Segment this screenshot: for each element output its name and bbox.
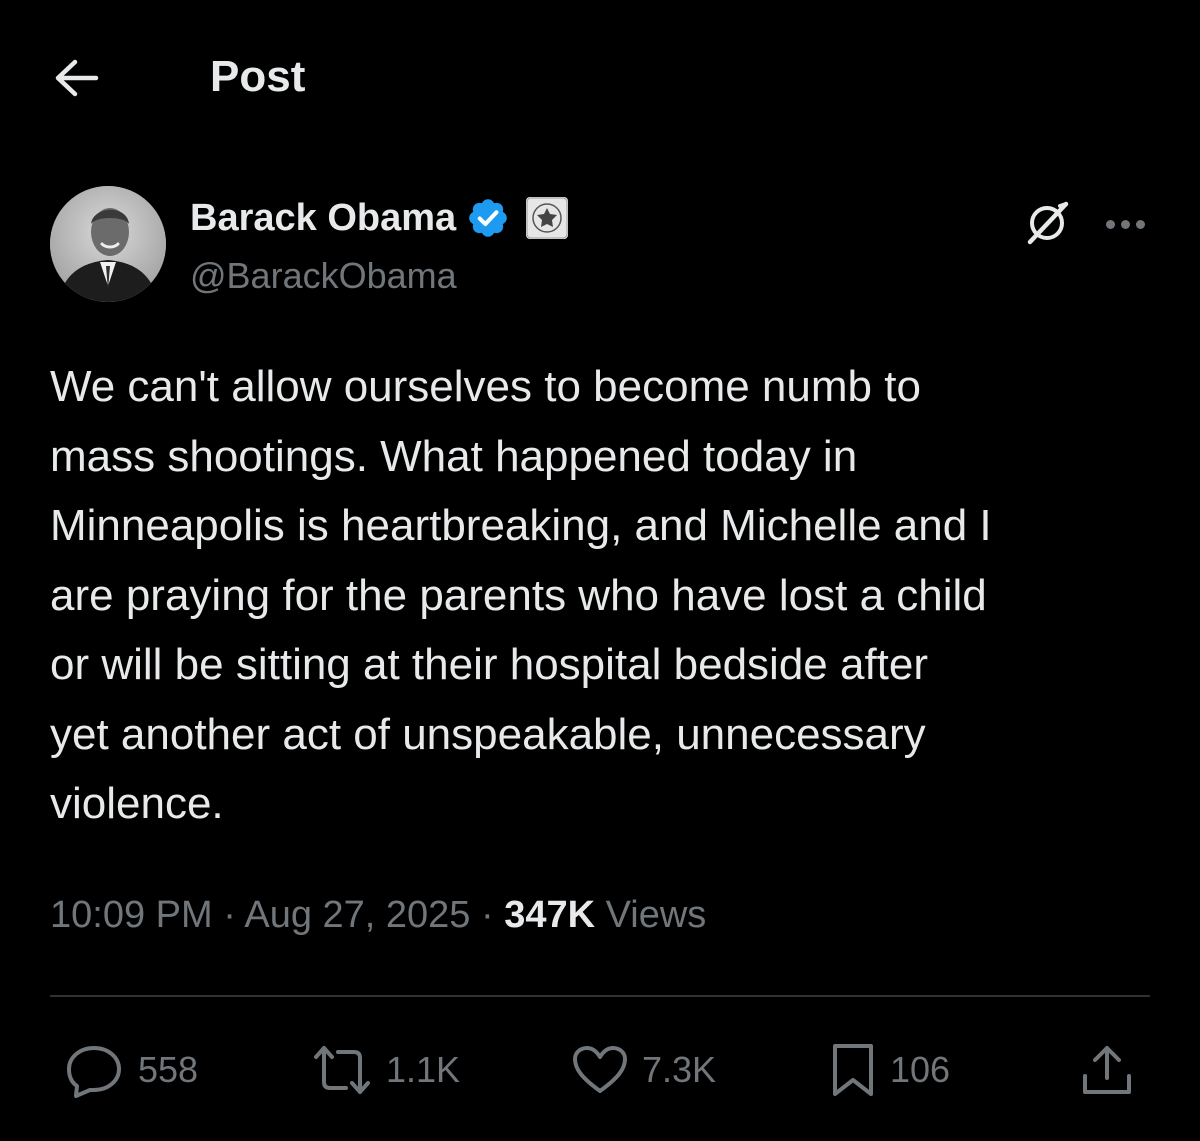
avatar[interactable]	[50, 186, 166, 302]
meta-separator: ·	[481, 894, 505, 936]
author-name[interactable]: Barack Obama	[190, 196, 456, 240]
views-label: Views	[605, 894, 707, 936]
verified-badge-icon[interactable]	[466, 196, 510, 240]
top-bar: Post	[0, 0, 1200, 150]
post-text: We can't allow ourselves to become numb …	[50, 362, 992, 828]
more-horizontal-icon-dot	[1135, 219, 1145, 229]
views-count: 347K	[504, 894, 596, 936]
page-title: Post	[210, 52, 306, 101]
bookmark-icon	[833, 1044, 873, 1096]
grok-button[interactable]	[1020, 196, 1074, 250]
reply-button[interactable]: 558	[64, 1030, 198, 1110]
repost-count: 1.1K	[386, 1049, 461, 1090]
arrow-left-icon	[55, 59, 99, 97]
heart-icon	[573, 1046, 627, 1093]
meta-separator: ·	[223, 894, 245, 936]
government-seal-icon[interactable]	[526, 197, 569, 239]
author-handle[interactable]: @BarackObama	[190, 254, 457, 298]
repost-button[interactable]: 1.1K	[312, 1030, 460, 1110]
post-time[interactable]: 10:09 PM	[50, 894, 213, 936]
more-button[interactable]	[1100, 204, 1150, 244]
like-count: 7.3K	[642, 1049, 717, 1090]
share-icon	[1083, 1046, 1131, 1094]
repost-icon	[314, 1046, 370, 1094]
more-horizontal-icon-dot	[1120, 219, 1130, 229]
action-bar: 558 1.1K 7.3K 106	[0, 1030, 1200, 1110]
bookmark-count: 106	[890, 1049, 951, 1090]
bookmark-button[interactable]: 106	[830, 1030, 950, 1110]
reply-count: 558	[138, 1049, 199, 1090]
post-meta: 10:09 PM · Aug 27, 2025 · 347K Views	[50, 890, 706, 940]
divider	[50, 995, 1150, 997]
like-button[interactable]: 7.3K	[572, 1030, 716, 1110]
grok-icon	[1027, 201, 1069, 245]
share-button[interactable]	[1080, 1030, 1134, 1110]
more-horizontal-icon-dot	[1105, 219, 1115, 229]
post-date[interactable]: Aug 27, 2025	[244, 894, 470, 936]
author-name-row: Barack Obama	[190, 196, 569, 240]
avatar-image	[50, 186, 166, 302]
post-author: Barack Obama @BarackObama	[50, 186, 1150, 306]
back-button[interactable]	[52, 54, 100, 102]
reply-icon	[67, 1046, 121, 1098]
